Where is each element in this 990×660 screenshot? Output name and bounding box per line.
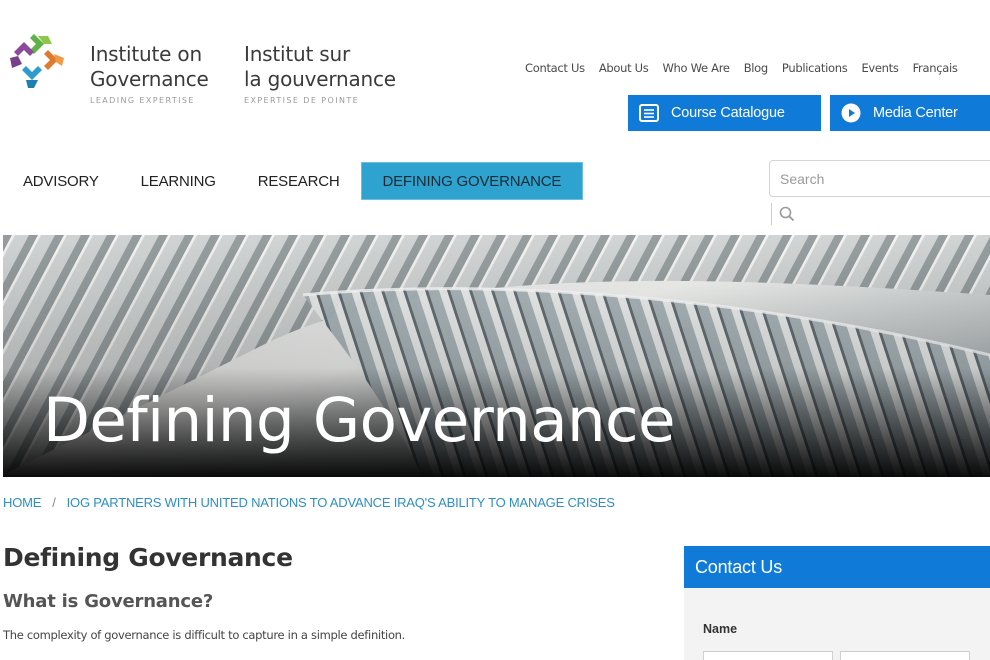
contact-title: Contact Us <box>684 546 990 588</box>
course-catalogue-button[interactable]: Course Catalogue <box>628 95 821 131</box>
breadcrumb-home[interactable]: HOME <box>3 495 41 510</box>
breadcrumb: HOME / IOG PARTNERS WITH UNITED NATIONS TO… <box>3 495 615 510</box>
toplink-publications[interactable]: Publications <box>782 61 848 75</box>
brand-fr-line2: la gouvernance <box>244 67 396 91</box>
nav-item-advisory[interactable]: ADVISORY <box>0 162 120 200</box>
toplink-francais[interactable]: Français <box>913 61 958 75</box>
contact-first-name-input[interactable] <box>703 651 833 660</box>
top-links: Contact Us About Us Who We Are Blog Publ… <box>525 61 972 75</box>
contact-name-label: Name <box>703 622 738 636</box>
nav-item-research[interactable]: RESEARCH <box>237 162 361 200</box>
toplink-contact-us[interactable]: Contact Us <box>525 61 585 75</box>
intro-paragraph: The complexity of governance is difficul… <box>3 628 406 642</box>
media-center-label: Media Center <box>873 105 958 121</box>
toplink-who-we-are[interactable]: Who We Are <box>662 61 730 75</box>
media-center-button[interactable]: Media Center <box>830 95 990 131</box>
toplink-events[interactable]: Events <box>861 61 898 75</box>
nav-item-learning[interactable]: LEARNING <box>120 162 237 200</box>
hero-title: Defining Governance <box>43 385 676 456</box>
contact-widget: Contact Us Name <box>684 546 990 660</box>
toplink-blog[interactable]: Blog <box>744 61 769 75</box>
brand-en-line1: Institute on <box>90 42 202 66</box>
search-icon <box>779 206 794 222</box>
brand-fr-line1: Institut sur <box>244 42 351 66</box>
contact-last-name-input[interactable] <box>840 651 970 660</box>
hero-banner: Defining Governance <box>3 235 990 477</box>
search-input[interactable] <box>770 161 990 196</box>
brand-fr-tagline: EXPERTISE DE POINTE <box>244 96 360 105</box>
breadcrumb-separator: / <box>52 495 56 510</box>
toplink-about-us[interactable]: About Us <box>599 61 649 75</box>
nav-item-defining-governance[interactable]: DEFINING GOVERNANCE <box>360 162 584 200</box>
page-title: Defining Governance <box>3 543 293 572</box>
search-box <box>769 160 990 197</box>
brand-en-line2: Governance <box>90 67 209 91</box>
main-nav: ADVISORY LEARNING RESEARCH DEFINING GOVE… <box>0 162 584 200</box>
brand-en-tagline: LEADING EXPERTISE <box>90 96 195 105</box>
brand-english[interactable]: Institute on Governance LEADING EXPERTIS… <box>90 42 209 105</box>
iog-logo-icon[interactable] <box>4 30 68 94</box>
breadcrumb-current[interactable]: IOG PARTNERS WITH UNITED NATIONS TO ADVA… <box>67 495 615 510</box>
brand-french[interactable]: Institut sur la gouvernance EXPERTISE DE… <box>244 42 396 105</box>
course-catalogue-label: Course Catalogue <box>671 105 785 121</box>
catalogue-icon <box>639 104 659 122</box>
play-icon <box>841 103 861 123</box>
search-button[interactable] <box>771 203 801 225</box>
section-subtitle: What is Governance? <box>3 591 214 612</box>
